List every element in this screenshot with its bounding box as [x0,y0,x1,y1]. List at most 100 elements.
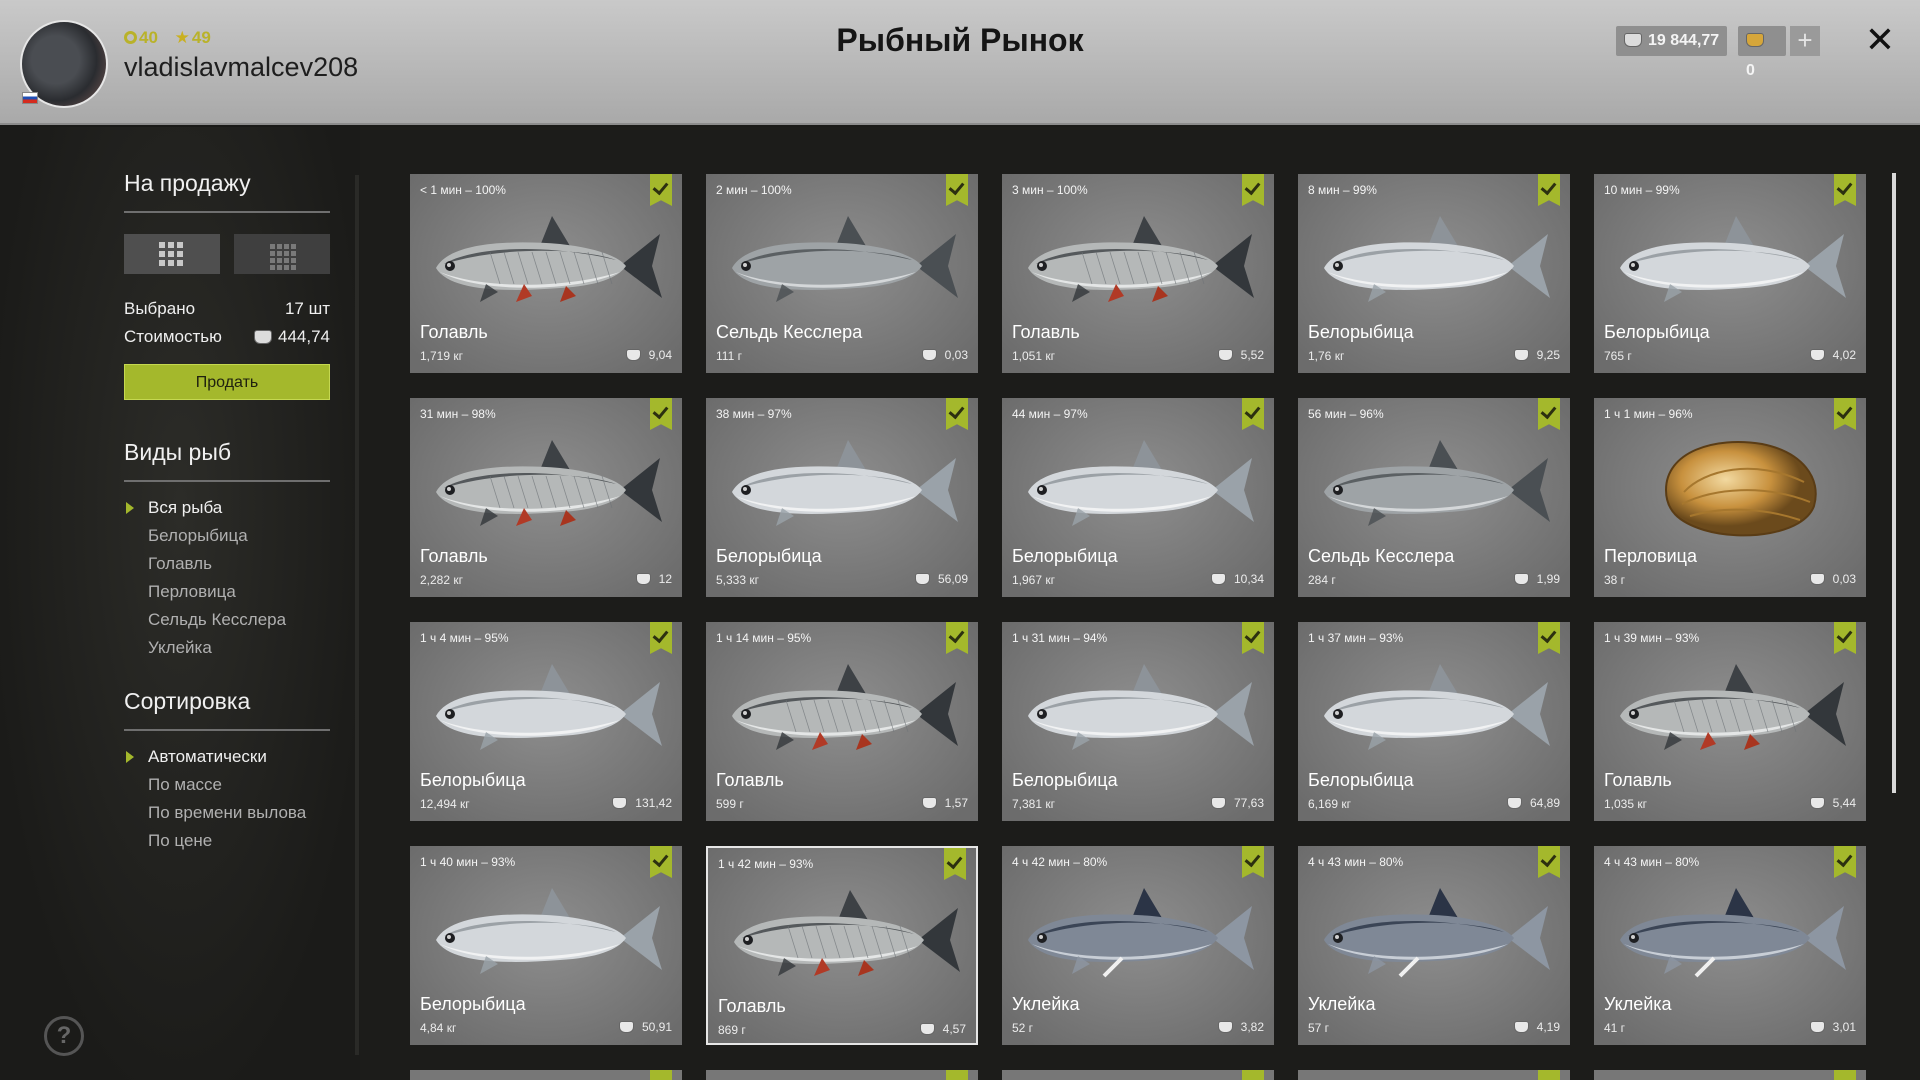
fish-weight: 38 г [1604,573,1626,587]
whitefish-fish-icon [436,888,662,974]
fish-card[interactable]: 1 ч 40 мин – 93% Белорыбица 4,84 кг 50,9… [410,846,682,1045]
fish-card[interactable]: < 1 мин – 100% Голавль 1,719 кг 9,04 [410,174,682,373]
selected-check-icon[interactable] [946,622,968,654]
fish-name: Белорыбица [420,994,526,1014]
selected-check-icon[interactable] [1834,846,1856,878]
fish-card[interactable]: 1 ч 4 мин – 95% Белорыбица 12,494 кг 131… [410,622,682,821]
sort-option-item[interactable]: По времени вылова [148,799,306,827]
fish-weight: 1,051 кг [1012,349,1055,363]
whitefish-fish-icon [1028,440,1254,526]
selected-check-icon[interactable] [1242,1070,1264,1080]
view-small-grid-button[interactable] [234,234,330,274]
fish-card-partial[interactable] [410,1070,682,1080]
fish-card[interactable]: 1 ч 14 мин – 95% Голавль 599 г 1,57 [706,622,978,821]
selected-check-icon[interactable] [1538,622,1560,654]
fish-card[interactable]: 31 мин – 98% Голавль 2,282 кг 12 [410,398,682,597]
fish-card[interactable]: 4 ч 43 мин – 80% Уклейка 41 г 3,01 [1594,846,1866,1045]
selected-check-icon[interactable] [1538,846,1560,878]
selected-check-icon[interactable] [650,174,672,206]
catch-time-freshness: 1 ч 42 мин – 93% [718,857,814,871]
chub-fish-icon [1620,664,1846,750]
whitefish-fish-icon [1324,664,1550,750]
selected-check-icon[interactable] [1538,174,1560,206]
fish-price: 131,42 [612,796,672,810]
fish-card[interactable]: 1 ч 37 мин – 93% Белорыбица 6,169 кг 64,… [1298,622,1570,821]
sort-option-item[interactable]: По массе [148,771,306,799]
fish-card[interactable]: 2 мин – 100% Сельдь Кесслера 111 г 0,03 [706,174,978,373]
fish-card-partial[interactable] [706,1070,978,1080]
selected-check-icon[interactable] [1834,174,1856,206]
fish-card-partial[interactable] [1594,1070,1866,1080]
divider [124,729,330,731]
fish-name: Белорыбица [1012,546,1118,566]
selected-check-icon[interactable] [1834,1070,1856,1080]
species-filter-item[interactable]: Белорыбица [148,522,286,550]
fish-card[interactable]: 1 ч 42 мин – 93% Голавль 869 г 4,57 [706,846,978,1045]
sell-button[interactable]: Продать [124,364,330,400]
species-filter-item[interactable]: Уклейка [148,634,286,662]
fish-grid: < 1 мин – 100% Голавль 1,719 кг 9,04 2 м… [360,127,1920,1080]
silver-coin-icon [921,349,937,361]
selected-check-icon[interactable] [650,846,672,878]
price-value: 0,03 [944,348,968,362]
fish-card[interactable]: 3 мин – 100% Голавль 1,051 кг 5,52 [1002,174,1274,373]
selected-check-icon[interactable] [650,398,672,430]
view-large-grid-button[interactable] [124,234,220,274]
fish-card[interactable]: 56 мин – 96% Сельдь Кесслера 284 г 1,99 [1298,398,1570,597]
sort-option-item[interactable]: Автоматически [126,743,306,771]
selected-check-icon[interactable] [1834,398,1856,430]
selected-check-icon[interactable] [946,1070,968,1080]
selected-check-icon[interactable] [1538,398,1560,430]
fish-weight: 1,035 кг [1604,797,1647,811]
species-filter-item[interactable]: Сельдь Кесслера [148,606,286,634]
gold-balance: 0 [1738,26,1786,79]
fish-weight: 41 г [1604,1021,1626,1035]
selected-check-icon[interactable] [1242,846,1264,878]
fish-card[interactable]: 4 ч 42 мин – 80% Уклейка 52 г 3,82 [1002,846,1274,1045]
sort-option-label: По времени вылова [148,803,307,822]
selected-check-icon[interactable] [946,174,968,206]
fish-price: 56,09 [914,572,968,586]
fish-card[interactable]: 8 мин – 99% Белорыбица 1,76 кг 9,25 [1298,174,1570,373]
close-button[interactable]: ✕ [1862,20,1898,60]
selected-check-icon[interactable] [1834,622,1856,654]
fish-card[interactable]: 1 ч 39 мин – 93% Голавль 1,035 кг 5,44 [1594,622,1866,821]
selected-check-icon[interactable] [946,398,968,430]
fish-name: Белорыбица [1012,770,1118,790]
catch-time-freshness: 38 мин – 97% [716,407,792,421]
species-filter-label: Голавль [148,554,212,573]
chub-fish-icon [436,216,662,302]
species-filter-label: Сельдь Кесслера [148,610,287,629]
selected-check-icon[interactable] [944,848,966,880]
silver-value: 19 844,77 [1648,32,1720,49]
selected-check-icon[interactable] [650,622,672,654]
sidebar: На продажу Выбрано 17 шт Стоимостью 444,… [0,127,360,1080]
fish-price: 10,34 [1210,572,1264,586]
price-value: 12 [658,572,672,586]
price-value: 5,44 [1832,796,1856,810]
selected-check-icon[interactable] [650,1070,672,1080]
fish-name: Уклейка [1308,994,1376,1014]
add-currency-button[interactable]: + [1790,26,1820,56]
species-filter-item[interactable]: Перловица [148,578,286,606]
fish-card-partial[interactable] [1298,1070,1570,1080]
selected-check-icon[interactable] [1242,174,1264,206]
species-filter-item[interactable]: Вся рыба [126,494,286,522]
selected-check-icon[interactable] [1242,398,1264,430]
grid-scrollbar[interactable] [1892,173,1896,793]
price-value: 77,63 [1233,796,1264,810]
selected-check-icon[interactable] [1538,1070,1560,1080]
fish-card[interactable]: 1 ч 31 мин – 94% Белорыбица 7,381 кг 77,… [1002,622,1274,821]
fish-card[interactable]: 4 ч 43 мин – 80% Уклейка 57 г 4,19 [1298,846,1570,1045]
selected-check-icon[interactable] [1242,622,1264,654]
fish-card-partial[interactable] [1002,1070,1274,1080]
fish-card[interactable]: 44 мин – 97% Белорыбица 1,967 кг 10,34 [1002,398,1274,597]
fish-weight: 52 г [1012,1021,1034,1035]
fish-card[interactable]: 10 мин – 99% Белорыбица 765 г 4,02 [1594,174,1866,373]
help-icon[interactable]: ? [44,1016,84,1056]
sort-option-item[interactable]: По цене [148,827,306,855]
fish-card[interactable]: 1 ч 1 мин – 96% Перловица 38 г 0,03 [1594,398,1866,597]
species-filter-list: Вся рыба Белорыбица Голавль Перловица Сельдь… [126,494,286,662]
fish-card[interactable]: 38 мин – 97% Белорыбица 5,333 кг 56,09 [706,398,978,597]
species-filter-item[interactable]: Голавль [148,550,286,578]
